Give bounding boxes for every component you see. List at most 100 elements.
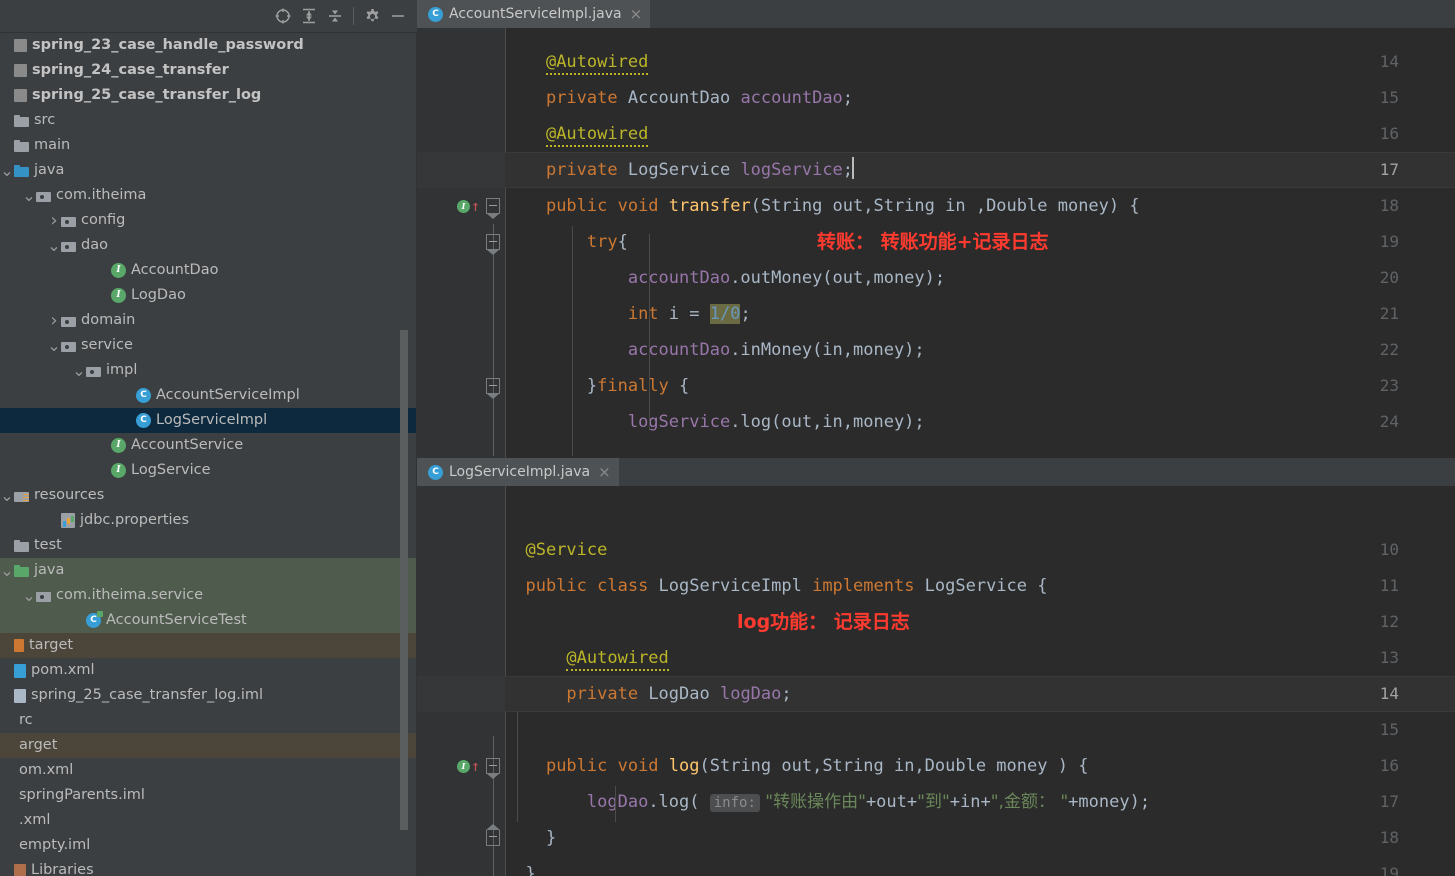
tree-item-com-itheima-service[interactable]: ⌄ com.itheima.service [0,583,417,608]
interface-implemented-icon[interactable]: I [457,199,470,213]
code-token: @Autowired [566,648,669,671]
tree-item-label: spring_25_case_transfer_log.iml [31,687,264,703]
tree-item-java[interactable]: ⌄ java [0,558,417,583]
tree-item-com-itheima[interactable]: ⌄ com.itheima [0,183,417,208]
tree-item-libraries[interactable]: Libraries [0,858,417,876]
tree-item-arget[interactable]: arget [0,733,417,758]
tree-item-springparents-iml[interactable]: springParents.iml [0,783,417,808]
code-fold-toggle[interactable] [486,758,500,779]
code-token: } [505,864,536,876]
tree-item-main[interactable]: main [0,133,417,158]
locate-target-icon[interactable] [270,3,296,29]
chevron-right-icon[interactable]: › [47,208,61,233]
tree-item-jdbc-properties[interactable]: jdbc.properties [0,508,417,533]
chevron-down-icon[interactable]: ⌄ [72,362,86,378]
collapse-all-icon[interactable] [322,3,348,29]
project-tree-scrollbar[interactable] [400,330,408,830]
chevron-down-icon[interactable]: ⌄ [22,587,36,603]
code-fold-toggle[interactable] [486,198,500,219]
code-token: try [586,232,618,252]
tree-item-label: spring_25_case_transfer_log [32,87,262,103]
project-tree[interactable]: spring_23_case_handle_password spring_24_… [0,33,417,876]
tree-item-xml[interactable]: .xml [0,808,417,833]
implementation-marker[interactable]: I ↑ [457,748,487,784]
tree-item-resources[interactable]: ⌄ resources [0,483,417,508]
tree-item-icon [14,688,26,703]
java-test-class-icon: C [86,611,103,628]
code-token: AccountDao [627,88,741,108]
tree-item-test[interactable]: test [0,533,417,558]
tree-item-icon [14,89,27,102]
chevron-down-icon[interactable]: ⌄ [47,337,61,353]
chevron-right-icon[interactable]: › [47,308,61,333]
tree-item-pom-xml[interactable]: pom.xml [0,658,417,683]
code-editor-top[interactable]: 14 @Autowired 15 private AccountDao accou… [417,28,1455,460]
hide-panel-icon[interactable] [385,3,411,29]
close-icon[interactable]: × [628,6,643,22]
tree-item-accountdao[interactable]: I AccountDao [0,258,417,283]
line-number: 20 [1379,268,1399,287]
tree-item-spring-25-case-transfer-log[interactable]: spring_25_case_transfer_log [0,83,417,108]
override-arrow-icon[interactable]: ↑ [471,197,480,215]
expand-all-icon[interactable] [296,3,322,29]
tree-item-accountservicetest[interactable]: C AccountServiceTest [0,608,417,633]
tree-item-label: dao [81,237,108,253]
tree-item-config[interactable]: › config [0,208,417,233]
code-token: @Autowired [545,124,649,147]
tree-item-rc[interactable]: rc [0,708,417,733]
chevron-down-icon[interactable]: ⌄ [47,237,61,253]
tree-item-domain[interactable]: › domain [0,308,417,333]
override-arrow-icon[interactable]: ↑ [471,757,480,775]
interface-implemented-icon[interactable]: I [457,759,470,773]
tree-item-icon [14,864,26,876]
editor-window-accountserviceimpl: C AccountServiceImpl.java × 14 @Autowire… [417,0,1455,460]
code-token: LogDao [648,684,720,704]
chevron-down-icon[interactable]: ⌄ [0,162,14,178]
java-class-icon: C [136,388,151,403]
tree-item-icon [14,564,29,577]
tree-item-impl[interactable]: ⌄ impl [0,358,417,383]
code-fold-toggle[interactable] [486,234,500,255]
code-line: private AccountDao accountDao; [505,80,853,116]
tree-item-dao[interactable]: ⌄ dao [0,233,417,258]
tree-item-service[interactable]: ⌄ service [0,333,417,358]
tab-logserviceimpl-java[interactable]: C LogServiceImpl.java × [417,458,619,486]
implementation-marker[interactable]: I ↑ [457,188,487,224]
code-fold-toggle[interactable] [486,378,500,399]
tree-item-accountserviceimpl[interactable]: C AccountServiceImpl [0,383,417,408]
code-editor-bottom[interactable]: 10 @Service 11 public class LogServiceImp… [417,486,1455,876]
tree-item-logservice[interactable]: I LogService [0,458,417,483]
tree-item-icon [14,139,29,152]
chevron-down-icon[interactable]: ⌄ [0,562,14,578]
code-fold-toggle[interactable] [486,824,500,846]
tree-item-target[interactable]: target [0,633,417,658]
package-icon [36,190,51,202]
close-icon[interactable]: × [596,464,611,480]
tree-item-label: om.xml [19,762,74,778]
code-line: public void transfer(String out,String i… [505,188,1140,224]
tree-item-spring-24-case-transfer[interactable]: spring_24_case_transfer [0,58,417,83]
code-token: ; [781,684,792,704]
folder-icon [14,139,29,152]
tree-item-spring-25-case-transfer-log-iml[interactable]: spring_25_case_transfer_log.iml [0,683,417,708]
tree-item-logdao[interactable]: I LogDao [0,283,417,308]
tree-item-accountservice[interactable]: I AccountService [0,433,417,458]
tree-item-logserviceimpl[interactable]: C LogServiceImpl [0,408,417,433]
tree-item-spring-23-case-handle-password[interactable]: spring_23_case_handle_password [0,33,417,58]
tab-accountserviceimpl-java[interactable]: C AccountServiceImpl.java × [417,0,651,31]
text-caret [852,157,855,179]
tree-item-src[interactable]: src [0,108,417,133]
tree-item-label: com.itheima [56,187,147,203]
line-number: 11 [1379,576,1399,595]
code-line: logDao.log( info: "转账操作由"+out+"到"+in+",金… [505,784,1150,820]
package-icon [61,315,76,327]
line-number: 24 [1379,412,1399,431]
settings-gear-icon[interactable] [359,3,385,29]
tree-item-java[interactable]: ⌄ java [0,158,417,183]
chevron-down-icon[interactable]: ⌄ [22,187,36,203]
tree-item-om-xml[interactable]: om.xml [0,758,417,783]
tree-item-empty-iml[interactable]: empty.iml [0,833,417,858]
chevron-down-icon[interactable]: ⌄ [0,487,14,503]
